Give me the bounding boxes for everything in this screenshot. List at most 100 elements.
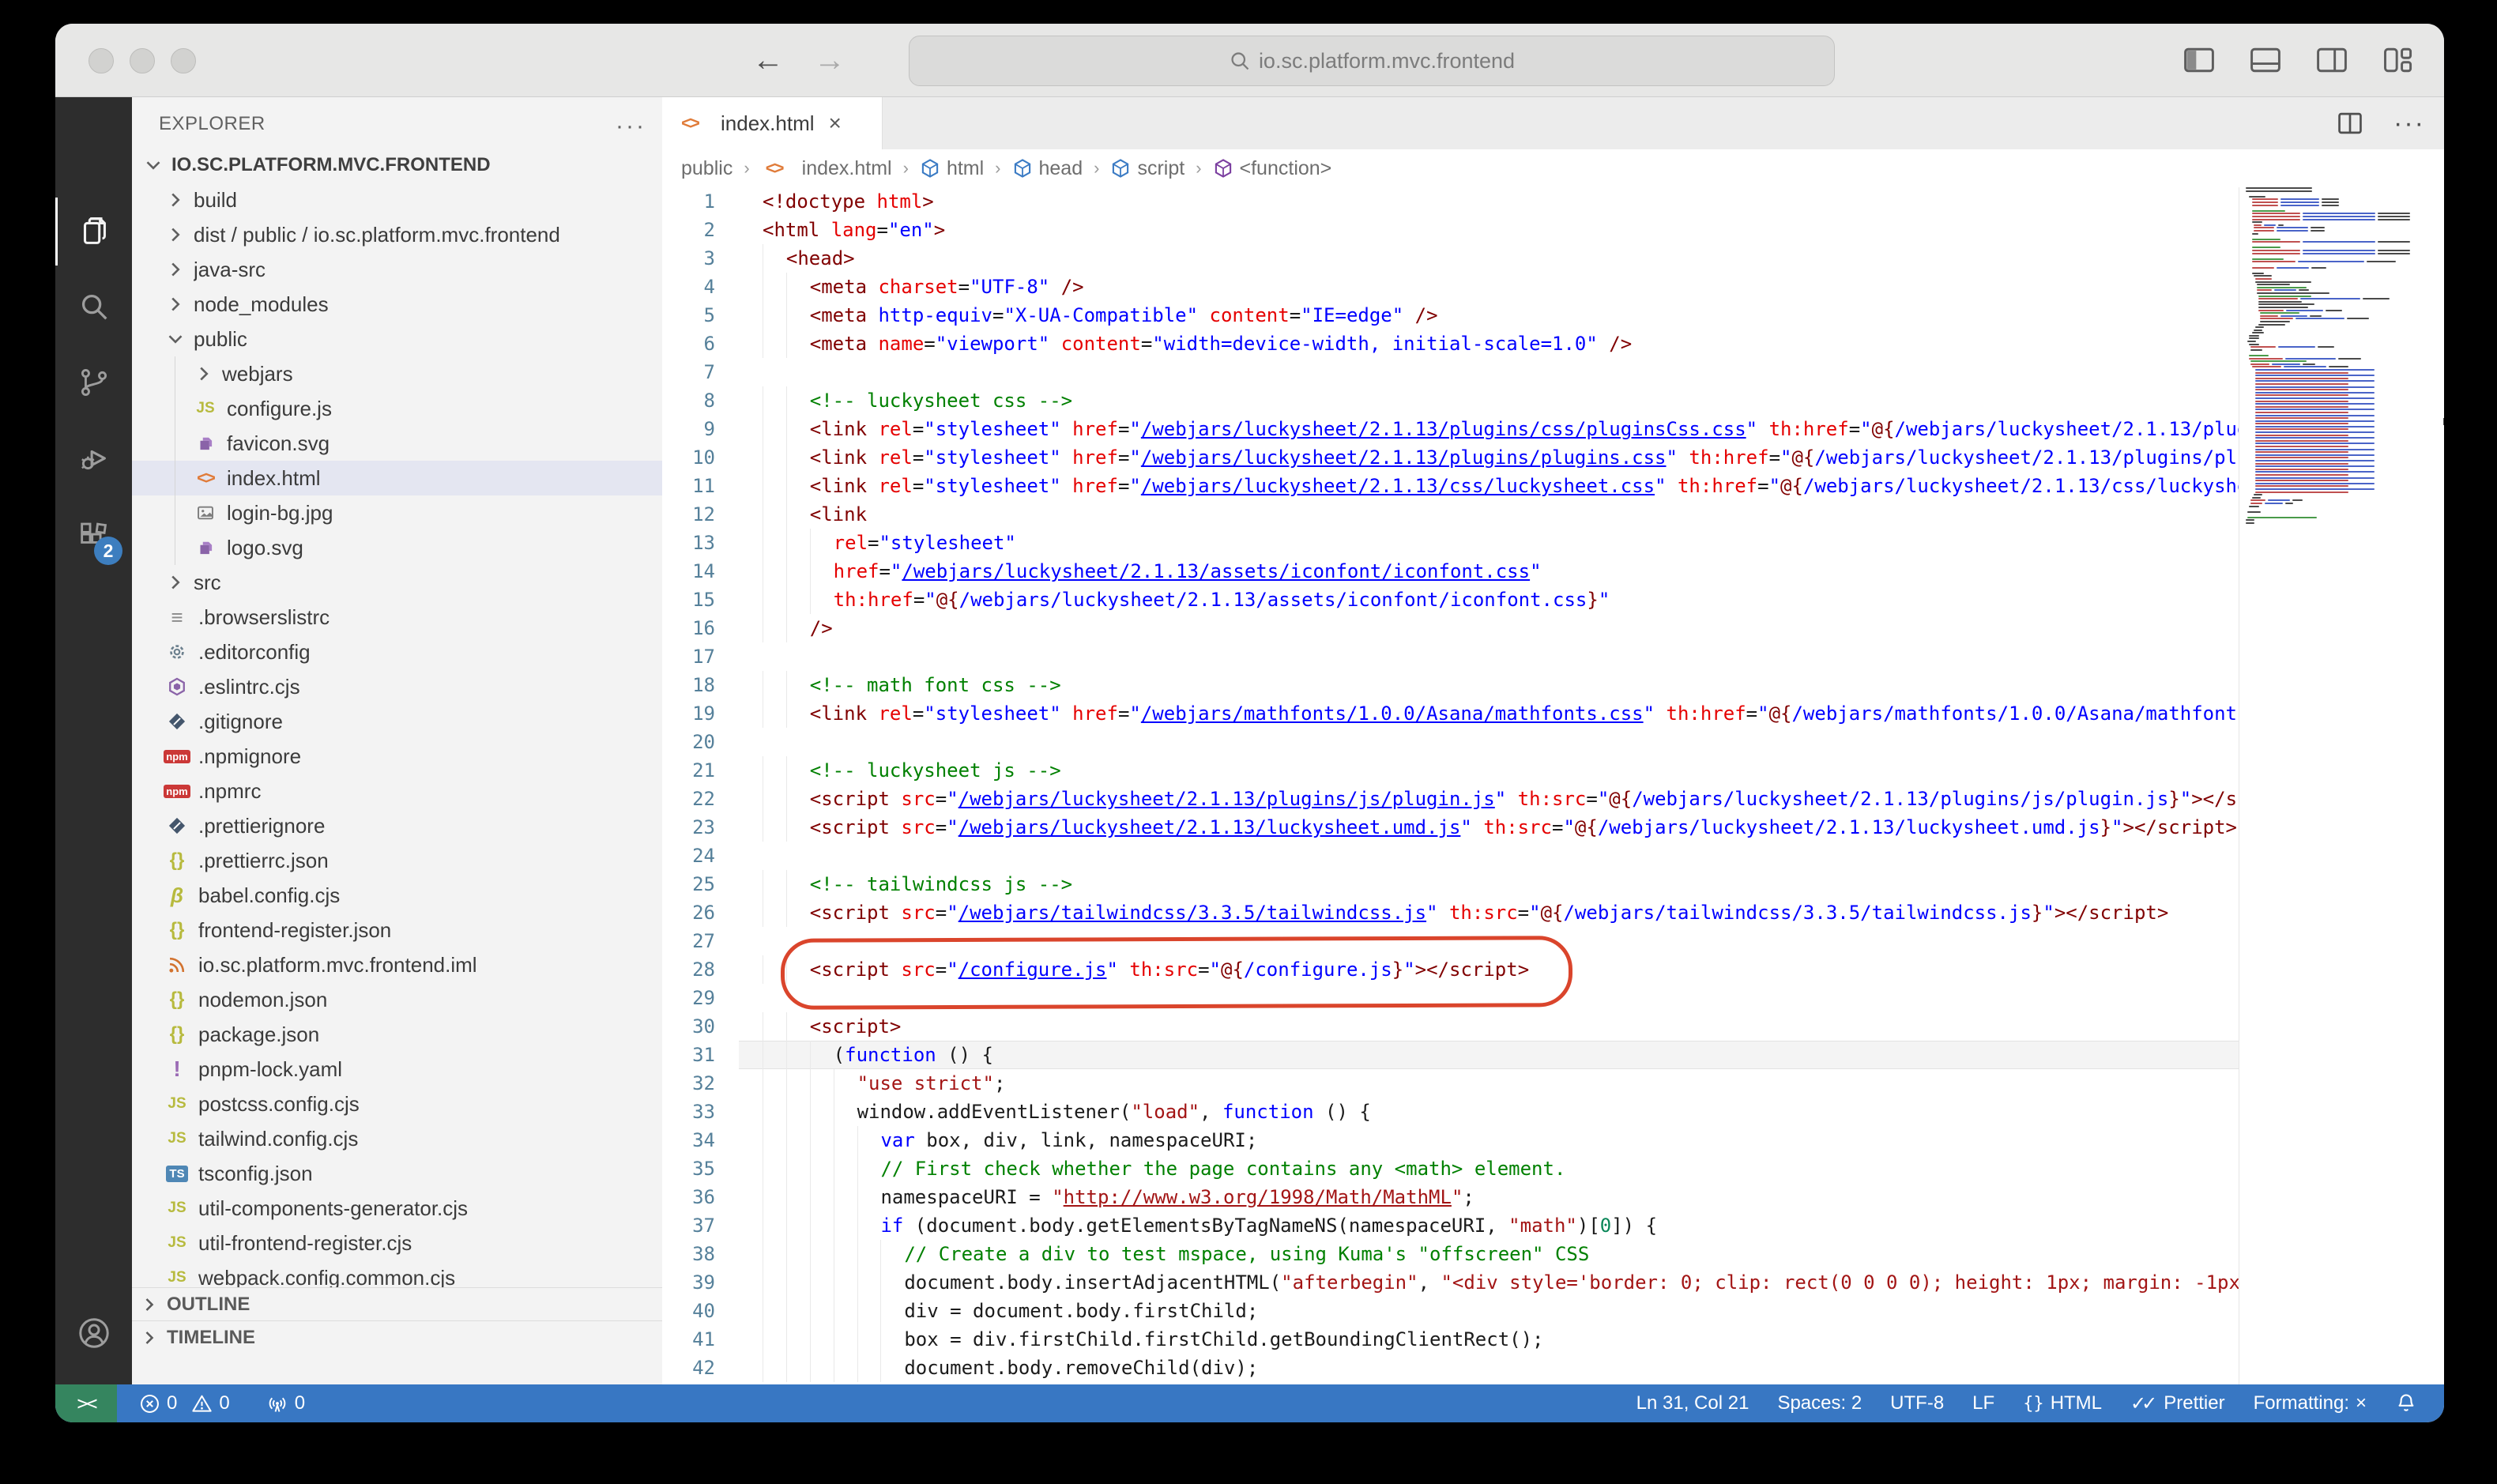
tree-item-index-html[interactable]: <>index.html [132, 461, 662, 495]
tab-index-html[interactable]: <> index.html × [662, 97, 883, 149]
code-line-26[interactable]: 26<script src="/webjars/tailwindcss/3.3.… [662, 898, 2239, 927]
formatter-indicator[interactable]: ✓✓ Prettier [2130, 1392, 2225, 1415]
breadcrumb-index-html[interactable]: <>index.html [761, 156, 892, 180]
code-line-21[interactable]: 21<!-- luckysheet js --> [662, 756, 2239, 785]
code-line-11[interactable]: 11<link rel="stylesheet" href="/webjars/… [662, 472, 2239, 500]
tree-item-java-src[interactable]: java-src [132, 252, 662, 287]
code-line-36[interactable]: 36namespaceURI = "http://www.w3.org/1998… [662, 1183, 2239, 1211]
cursor-position[interactable]: Ln 31, Col 21 [1636, 1392, 1749, 1414]
tree-item-logo-svg[interactable]: logo.svg [132, 530, 662, 565]
tree-item-public[interactable]: public [132, 322, 662, 356]
tree-item-build[interactable]: build [132, 183, 662, 217]
code-line-8[interactable]: 8<!-- luckysheet css --> [662, 386, 2239, 415]
traffic-zoom-button[interactable] [171, 48, 196, 73]
code-line-33[interactable]: 33window.addEventListener("load", functi… [662, 1098, 2239, 1126]
breadcrumb-head[interactable]: head [1012, 157, 1083, 180]
tree-item-dist-public-io-sc-platform-mvc-frontend[interactable]: dist / public / io.sc.platform.mvc.front… [132, 217, 662, 252]
code-editor[interactable]: 1<!doctype html>2<html lang="en">3<head>… [662, 187, 2239, 1384]
activity-source-control-icon[interactable] [55, 348, 132, 416]
minimap[interactable] [2239, 187, 2444, 1384]
code-line-13[interactable]: 13rel="stylesheet" [662, 529, 2239, 557]
navigate-forward-icon[interactable]: → [812, 43, 847, 77]
code-line-18[interactable]: 18<!-- math font css --> [662, 671, 2239, 699]
tree-item--editorconfig[interactable]: .editorconfig [132, 635, 662, 669]
tree-item-io-sc-platform-mvc-frontend-iml[interactable]: io.sc.platform.mvc.frontend.iml [132, 947, 662, 982]
tree-item-tsconfig-json[interactable]: TStsconfig.json [132, 1156, 662, 1191]
editor-layout-icon[interactable] [2381, 43, 2416, 77]
code-line-5[interactable]: 5<meta http-equiv="X-UA-Compatible" cont… [662, 301, 2239, 330]
code-line-34[interactable]: 34var box, div, link, namespaceURI; [662, 1126, 2239, 1154]
code-line-10[interactable]: 10<link rel="stylesheet" href="/webjars/… [662, 443, 2239, 472]
tree-item--gitignore[interactable]: .gitignore [132, 704, 662, 739]
code-line-37[interactable]: 37if (document.body.getElementsByTagName… [662, 1211, 2239, 1240]
command-center-search[interactable]: io.sc.platform.mvc.frontend [909, 36, 1835, 86]
code-line-2[interactable]: 2<html lang="en"> [662, 216, 2239, 244]
code-line-42[interactable]: 42document.body.removeChild(div); [662, 1354, 2239, 1382]
tree-item-util-components-generator-cjs[interactable]: JSutil-components-generator.cjs [132, 1191, 662, 1226]
code-line-38[interactable]: 38// Create a div to test mspace, using … [662, 1240, 2239, 1268]
tree-item--prettierrc-json[interactable]: {}.prettierrc.json [132, 843, 662, 878]
tree-item-src[interactable]: src [132, 565, 662, 600]
code-line-1[interactable]: 1<!doctype html> [662, 187, 2239, 216]
code-line-32[interactable]: 32"use strict"; [662, 1069, 2239, 1098]
tree-item--npmignore[interactable]: npm.npmignore [132, 739, 662, 774]
code-line-22[interactable]: 22<script src="/webjars/luckysheet/2.1.1… [662, 785, 2239, 813]
tree-item--prettierignore[interactable]: .prettierignore [132, 808, 662, 843]
code-line-4[interactable]: 4<meta charset="UTF-8" /> [662, 273, 2239, 301]
tree-item--eslintrc-cjs[interactable]: .eslintrc.cjs [132, 669, 662, 704]
formatting-status[interactable]: Formatting: × [2254, 1392, 2367, 1414]
code-line-12[interactable]: 12<link [662, 500, 2239, 529]
tree-item-postcss-config-cjs[interactable]: JSpostcss.config.cjs [132, 1087, 662, 1121]
code-line-15[interactable]: 15th:href="@{/webjars/luckysheet/2.1.13/… [662, 586, 2239, 614]
toggle-sidebar-right-icon[interactable] [2314, 43, 2349, 77]
code-line-6[interactable]: 6<meta name="viewport" content="width=de… [662, 330, 2239, 358]
tree-item-webjars[interactable]: webjars [132, 356, 662, 391]
code-line-19[interactable]: 19<link rel="stylesheet" href="/webjars/… [662, 699, 2239, 728]
outline-section[interactable]: OUTLINE [132, 1287, 662, 1321]
code-line-40[interactable]: 40div = document.body.firstChild; [662, 1297, 2239, 1325]
tree-item-nodemon-json[interactable]: {}nodemon.json [132, 982, 662, 1017]
tree-root[interactable]: IO.SC.PLATFORM.MVC.FRONTEND [132, 148, 662, 183]
scrollbar-handle[interactable] [2443, 418, 2444, 425]
traffic-close-button[interactable] [89, 48, 114, 73]
code-line-3[interactable]: 3<head> [662, 244, 2239, 273]
code-line-41[interactable]: 41box = div.firstChild.firstChild.getBou… [662, 1325, 2239, 1354]
tree-item-frontend-register-json[interactable]: {}frontend-register.json [132, 913, 662, 947]
tree-item-favicon-svg[interactable]: favicon.svg [132, 426, 662, 461]
tree-item-configure-js[interactable]: JSconfigure.js [132, 391, 662, 426]
tree-item--browserslistrc[interactable]: ≡.browserslistrc [132, 600, 662, 635]
eol-sequence[interactable]: LF [1972, 1392, 1994, 1414]
code-line-17[interactable]: 17 [662, 642, 2239, 671]
code-line-23[interactable]: 23<script src="/webjars/luckysheet/2.1.1… [662, 813, 2239, 842]
ports-indicator[interactable]: 0 [266, 1392, 305, 1414]
tree-item-login-bg-jpg[interactable]: login-bg.jpg [132, 495, 662, 530]
code-line-30[interactable]: 30<script> [662, 1012, 2239, 1041]
code-line-20[interactable]: 20 [662, 728, 2239, 756]
code-line-14[interactable]: 14href="/webjars/luckysheet/2.1.13/asset… [662, 557, 2239, 586]
navigate-back-icon[interactable]: ← [751, 43, 785, 77]
code-line-25[interactable]: 25<!-- tailwindcss js --> [662, 870, 2239, 898]
breadcrumb-html[interactable]: html [920, 157, 984, 180]
timeline-section[interactable]: TIMELINE [132, 1320, 662, 1354]
breadcrumb--function-[interactable]: <function> [1213, 157, 1332, 180]
traffic-minimize-button[interactable] [130, 48, 155, 73]
toggle-sidebar-left-icon[interactable] [2182, 43, 2216, 77]
code-line-39[interactable]: 39document.body.insertAdjacentHTML("afte… [662, 1268, 2239, 1297]
activity-extensions-icon[interactable]: 2 [55, 502, 132, 570]
split-editor-icon[interactable] [2335, 108, 2365, 138]
breadcrumb-script[interactable]: script [1110, 157, 1184, 180]
code-line-7[interactable]: 7 [662, 358, 2239, 386]
activity-accounts-icon[interactable] [55, 1299, 132, 1367]
editor-more-actions-icon[interactable]: ··· [2393, 108, 2425, 139]
code-line-24[interactable]: 24 [662, 842, 2239, 870]
notifications-bell-icon[interactable] [2395, 1392, 2417, 1414]
activity-run-debug-icon[interactable] [55, 424, 132, 492]
tree-item-node-modules[interactable]: node_modules [132, 287, 662, 322]
tree-item-tailwind-config-cjs[interactable]: JStailwind.config.cjs [132, 1121, 662, 1156]
problems-indicator[interactable]: 0 0 [139, 1392, 230, 1414]
tree-item-package-json[interactable]: {}package.json [132, 1017, 662, 1052]
code-line-16[interactable]: 16/> [662, 614, 2239, 642]
tree-item-pnpm-lock-yaml[interactable]: !pnpm-lock.yaml [132, 1052, 662, 1087]
tab-close-icon[interactable]: × [829, 111, 842, 136]
toggle-panel-icon[interactable] [2248, 43, 2283, 77]
